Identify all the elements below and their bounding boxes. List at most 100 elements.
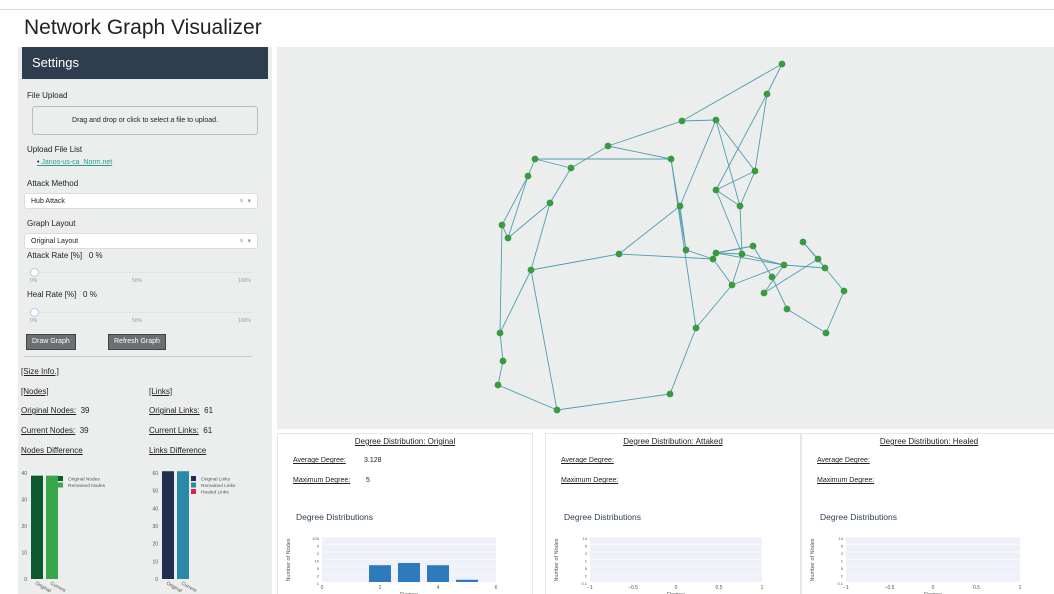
graph-edge	[739, 205, 743, 255]
bar	[369, 565, 391, 582]
graph-node	[736, 202, 744, 210]
page-title: Network Graph Visualizer	[24, 16, 262, 39]
bar	[456, 579, 478, 582]
graph-node	[667, 155, 675, 163]
y-tick-label: 10	[839, 536, 844, 541]
graph-edge	[679, 119, 717, 207]
y-tick-label: 2	[841, 551, 844, 556]
degree-distributions-title: Degree Distributions	[564, 512, 642, 522]
maximum-degree-label: Maximum Degree:	[817, 477, 875, 484]
y-axis-label: Number of Nodes	[810, 538, 816, 581]
x-tick-label: Current	[180, 581, 198, 594]
graph-layout-value: Original Layout	[31, 238, 79, 245]
y-tick-label: 1	[317, 581, 320, 586]
y-tick-label: 20	[21, 524, 27, 530]
y-tick-label: 2	[317, 574, 320, 579]
graph-node	[527, 266, 535, 274]
x-tick-label: Current	[49, 581, 67, 594]
graph-edge	[507, 202, 551, 239]
y-tick-label: 30	[152, 524, 158, 530]
graph-edge	[824, 267, 845, 292]
settings-sidebar: Settings File Upload Drag and drop or cl…	[18, 47, 272, 594]
y-tick-label: 40	[21, 471, 27, 477]
graph-node	[821, 264, 829, 272]
attack-rate-slider[interactable]: 0% 50% 100%	[30, 268, 252, 284]
graph-edge	[607, 145, 672, 160]
graph-edge	[499, 332, 504, 362]
clear-icon[interactable]: ×	[240, 198, 244, 205]
graph-layout-label: Graph Layout	[27, 219, 76, 228]
graph-node	[712, 186, 720, 194]
y-tick-label: 5	[841, 544, 844, 549]
x-tick-label: 6	[495, 585, 498, 591]
x-tick-label: 1	[1019, 585, 1022, 591]
graph-node	[799, 238, 807, 246]
graph-node	[499, 357, 507, 365]
graph-edge	[499, 224, 503, 334]
graph-edge	[802, 241, 826, 269]
y-tick-label: 30	[21, 498, 27, 504]
graph-edge	[530, 202, 551, 271]
network-graph-canvas[interactable]	[277, 47, 1054, 429]
graph-node	[496, 329, 504, 337]
graph-node	[760, 289, 768, 297]
y-tick-label: 2	[585, 551, 588, 556]
y-tick-label: 40	[152, 506, 158, 512]
heal-rate-slider[interactable]: 0% 50% 100%	[30, 308, 252, 324]
graph-edge	[786, 308, 827, 334]
graph-edge	[731, 253, 743, 286]
x-tick-label: −1	[587, 585, 593, 591]
graph-edge	[607, 120, 683, 147]
bar	[427, 565, 449, 582]
graph-edge	[825, 290, 845, 334]
uploaded-file-link[interactable]: Janos-us-ca_Norm.net	[37, 159, 112, 166]
average-degree-label: Average Degree:	[561, 457, 614, 464]
graph-node	[709, 255, 717, 263]
current-links: Current Links: 61	[149, 426, 213, 435]
divider	[24, 356, 252, 357]
graph-layout-select[interactable]: Original Layout × ▾	[24, 233, 258, 249]
graph-edge	[534, 158, 572, 169]
original-links: Original Links: 61	[149, 406, 214, 415]
clear-icon[interactable]: ×	[240, 238, 244, 245]
file-upload-dropzone[interactable]: Drag and drop or click to select a file …	[32, 106, 258, 135]
graph-edge	[741, 253, 785, 266]
x-tick-label: 0	[321, 585, 324, 591]
chevron-down-icon[interactable]: ▾	[247, 238, 251, 245]
graph-node	[712, 116, 720, 124]
legend-swatch	[191, 476, 196, 481]
x-tick-label: 0.5	[716, 585, 723, 591]
graph-node	[783, 305, 791, 313]
slider-handle[interactable]	[30, 308, 39, 317]
graph-node	[728, 281, 736, 289]
legend-swatch	[191, 482, 196, 488]
graph-edge	[715, 119, 741, 207]
draw-graph-button[interactable]: Draw Graph	[26, 334, 76, 350]
panel-title: Degree Distribution: Healed	[879, 437, 979, 446]
refresh-graph-button[interactable]: Refresh Graph	[108, 334, 166, 350]
graph-edge	[715, 252, 785, 266]
graph-node	[678, 117, 686, 125]
links-difference-chart: 0 10 20 30 40 50 60 OriginalCurrent Original Lin…	[152, 471, 236, 594]
graph-node	[494, 381, 502, 389]
attack-method-select[interactable]: Hub Attack × ▾	[24, 193, 258, 209]
degree-distribution-chart: 10521520.1−1−0.500.51Number of NodesDegr…	[810, 536, 1022, 594]
attack-rate-value: 0 %	[88, 251, 103, 260]
attack-method-value: Hub Attack	[31, 198, 65, 205]
y-tick-label: 2	[841, 574, 844, 579]
legend-entry: Healed Links	[201, 489, 229, 495]
degree-distribution-chart: 10052105210246Number of NodesDegree	[286, 536, 498, 594]
graph-node	[780, 261, 788, 269]
top-divider	[0, 9, 1054, 10]
x-tick-label: −1	[843, 585, 849, 591]
network-graph[interactable]	[277, 47, 1054, 429]
degree-distribution-chart: 10521520.1−1−0.500.51Number of NodesDegr…	[554, 536, 764, 594]
graph-node	[504, 234, 512, 242]
chevron-down-icon[interactable]: ▾	[247, 198, 251, 205]
graph-node	[604, 142, 612, 150]
graph-edge	[695, 284, 733, 329]
y-tick-label: 1	[841, 559, 844, 564]
slider-handle[interactable]	[30, 268, 39, 277]
attack-method-label: Attack Method	[27, 179, 79, 188]
bar	[31, 475, 43, 579]
